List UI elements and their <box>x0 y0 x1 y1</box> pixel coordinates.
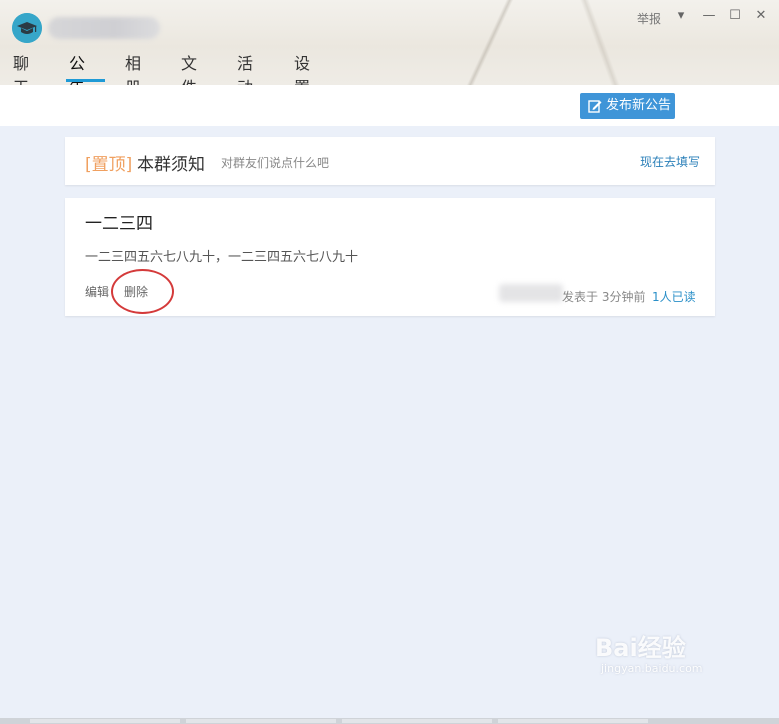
read-count-link[interactable]: 1人已读 <box>652 288 696 305</box>
watermark-url: jingyan.baidu.com <box>601 662 703 675</box>
edit-icon <box>588 100 602 113</box>
announcement-body: 一二三四五六七八九十，一二三四五六七八九十 <box>85 250 359 265</box>
report-link[interactable]: 举报 <box>637 10 661 27</box>
publish-announcement-button[interactable]: 发布新公告 <box>580 93 675 119</box>
group-avatar[interactable] <box>12 13 42 43</box>
group-window: 举报 ▾ — ☐ ✕ 聊天 公告 相册 文件 活动 设置▼ 发布新公告 [置顶]… <box>0 0 779 724</box>
taskbar-segment <box>342 719 492 723</box>
author-name-redacted <box>499 284 563 302</box>
taskbar-strip <box>0 718 779 724</box>
taskbar-segment <box>30 719 180 723</box>
close-icon[interactable]: ✕ <box>753 8 769 24</box>
watermark-logo-text: Bai经验 <box>595 634 686 662</box>
posted-time: 发表于 3分钟前 <box>562 290 646 304</box>
graduation-cap-icon <box>12 13 42 43</box>
group-name-redacted <box>48 17 160 39</box>
taskbar-segment <box>186 719 336 723</box>
pinned-tag: [置顶] <box>85 155 133 175</box>
highlight-circle <box>111 269 174 314</box>
maximize-icon[interactable]: ☐ <box>727 8 743 24</box>
pinned-notice-card: [置顶] 本群须知 对群友们说点什么吧 现在去填写 <box>65 137 715 185</box>
dropdown-arrow-icon[interactable]: ▾ <box>673 8 689 24</box>
taskbar-segment <box>498 719 648 723</box>
announcement-title: 一二三四 <box>85 214 153 234</box>
fill-now-link[interactable]: 现在去填写 <box>640 153 700 170</box>
edit-button[interactable]: 编辑 <box>85 283 109 300</box>
active-tab-indicator <box>66 79 105 82</box>
pinned-title: 本群须知 <box>137 155 205 175</box>
minimize-icon[interactable]: — <box>701 8 717 24</box>
announcement-list: [置顶] 本群须知 对群友们说点什么吧 现在去填写 一二三四 一二三四五六七八九… <box>0 126 779 724</box>
title-bar: 举报 ▾ — ☐ ✕ 聊天 公告 相册 文件 活动 设置▼ <box>0 0 779 116</box>
background-texture <box>420 0 560 85</box>
announcement-toolbar: 发布新公告 <box>0 85 779 127</box>
pinned-hint: 对群友们说点什么吧 <box>221 156 330 170</box>
publish-button-label: 发布新公告 <box>606 98 672 113</box>
announcement-card: 一二三四 一二三四五六七八九十，一二三四五六七八九十 编辑 删除 发表于 3分钟… <box>65 198 715 316</box>
